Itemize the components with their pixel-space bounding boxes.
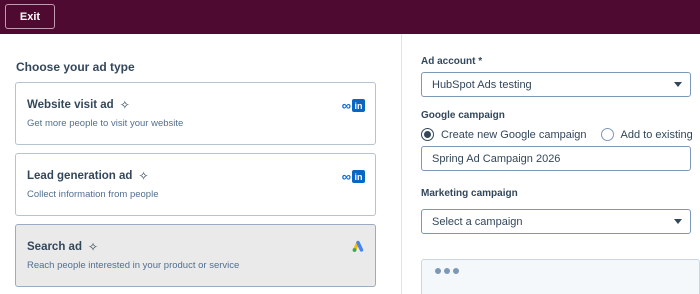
sparkle-icon: ✧ [138, 169, 149, 183]
ad-type-heading: Choose your ad type [16, 60, 135, 74]
more-options-icon[interactable] [435, 268, 459, 274]
caret-down-icon [674, 219, 682, 224]
dot [435, 268, 441, 274]
settings-panel: Ad account * HubSpot Ads testing Google … [402, 34, 700, 294]
campaign-name-value: Spring Ad Campaign 2026 [432, 152, 561, 165]
card-title: Search ad ✧ [27, 240, 98, 254]
sparkle-icon: ✧ [119, 98, 130, 112]
card-title: Lead generation ad ✧ [27, 169, 149, 183]
marketing-campaign-label: Marketing campaign [421, 188, 518, 199]
campaign-radio-group: Create new Google campaign Add to existi… [421, 128, 693, 141]
card-lead-generation-ad[interactable]: Lead generation ad ✧ Collect information… [15, 153, 376, 216]
platform-logos [351, 240, 365, 253]
card-title-text: Search ad [27, 241, 82, 253]
top-bar: Exit [0, 0, 700, 34]
google-campaign-label: Google campaign [421, 110, 505, 121]
caret-down-icon [674, 82, 682, 87]
card-title-text: Website visit ad [27, 99, 114, 111]
card-website-visit-ad[interactable]: Website visit ad ✧ Get more people to vi… [15, 82, 376, 145]
card-title: Website visit ad ✧ [27, 98, 130, 112]
meta-logo-icon: ∞ [341, 169, 351, 184]
linkedin-logo-icon: in [352, 99, 365, 112]
card-search-ad[interactable]: Search ad ✧ Reach people interested in y… [15, 224, 376, 287]
marketing-campaign-placeholder: Select a campaign [432, 215, 523, 228]
linkedin-logo-icon: in [352, 170, 365, 183]
ad-type-panel: Choose your ad type Website visit ad ✧ G… [0, 34, 401, 294]
radio-create-new[interactable] [421, 128, 434, 141]
card-description: Get more people to visit your website [27, 118, 184, 129]
platform-logos: ∞ in [342, 169, 365, 184]
card-description: Reach people interested in your product … [27, 260, 240, 271]
card-title-text: Lead generation ad [27, 170, 133, 182]
radio-create-new-label[interactable]: Create new Google campaign [441, 129, 587, 141]
platform-logos: ∞ in [342, 98, 365, 113]
radio-add-to-existing-label[interactable]: Add to existing [621, 129, 693, 141]
campaign-name-input[interactable]: Spring Ad Campaign 2026 [421, 146, 691, 171]
exit-button[interactable]: Exit [5, 4, 55, 29]
ad-preview-card [421, 259, 700, 294]
ad-account-value: HubSpot Ads testing [432, 78, 532, 91]
sparkle-icon: ✧ [87, 240, 99, 254]
ad-account-label: Ad account * [421, 56, 483, 67]
google-ads-logo-icon [352, 240, 364, 252]
dot [444, 268, 450, 274]
ad-account-select[interactable]: HubSpot Ads testing [421, 72, 691, 97]
dot [453, 268, 459, 274]
radio-selected-dot [424, 131, 431, 138]
radio-add-to-existing[interactable] [600, 128, 614, 141]
card-description: Collect information from people [27, 189, 159, 200]
marketing-campaign-select[interactable]: Select a campaign [421, 209, 691, 234]
meta-logo-icon: ∞ [341, 98, 351, 113]
